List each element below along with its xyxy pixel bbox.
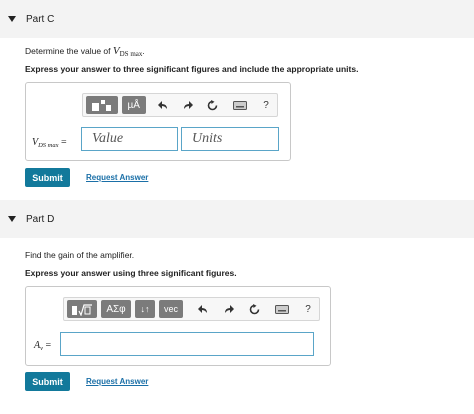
vec-button[interactable]: vec <box>159 300 183 318</box>
value-input[interactable]: Value <box>81 127 178 151</box>
help-button[interactable]: ? <box>257 96 275 114</box>
part-d-answer-box: ΑΣφ ↓↑ vec ? Av = <box>25 286 331 366</box>
units-button[interactable]: µÅ <box>121 96 146 114</box>
arrows-button[interactable]: ↓↑ <box>135 300 155 318</box>
keyboard-icon <box>275 304 289 314</box>
part-c-submit-button[interactable]: Submit <box>25 168 70 187</box>
templates-button[interactable] <box>86 96 118 114</box>
reset-icon <box>249 303 259 314</box>
keyboard-button[interactable] <box>269 300 295 318</box>
templates-icon <box>72 303 92 316</box>
part-c-prompt-text: Determine the value of <box>25 46 113 56</box>
redo-button[interactable] <box>217 300 239 318</box>
undo-button[interactable] <box>154 96 174 114</box>
reset-button[interactable] <box>243 300 265 318</box>
undo-icon <box>158 101 168 109</box>
undo-icon <box>197 305 207 313</box>
greek-button[interactable]: ΑΣφ <box>101 300 131 318</box>
part-c-prompt-var-sub: DS max <box>119 50 143 58</box>
part-d-label-eq: = <box>43 340 52 351</box>
part-d-toolbar: ΑΣφ ↓↑ vec ? <box>63 297 320 321</box>
part-c-header[interactable]: Part C <box>0 0 474 38</box>
help-button[interactable]: ? <box>299 300 317 318</box>
part-c-title: Part C <box>26 13 55 25</box>
part-c-request-answer-link[interactable]: Request Answer <box>86 173 148 182</box>
part-c-prompt-var: V <box>112 45 120 57</box>
redo-icon <box>183 101 193 109</box>
part-d-header[interactable]: Part D <box>0 200 474 238</box>
templates-icon <box>91 99 111 111</box>
part-d-field-label: Av = <box>34 340 51 352</box>
part-c-field-label: VDS max = <box>32 137 67 149</box>
part-c-prompt-suffix: . <box>142 46 145 56</box>
part-c-answer-box: µÅ ? VDS max = Value Units <box>25 82 291 161</box>
reset-button[interactable] <box>201 96 223 114</box>
keyboard-button[interactable] <box>227 96 253 114</box>
part-d-prompt: Find the gain of the amplifier. <box>25 250 135 260</box>
units-input[interactable]: Units <box>181 127 279 151</box>
collapse-triangle-icon[interactable] <box>8 216 16 222</box>
undo-button[interactable] <box>193 300 213 318</box>
part-c-label-sub: DS max <box>38 142 59 149</box>
part-c-prompt: Determine the value of VDS max. <box>25 45 145 58</box>
part-d-instruction: Express your answer using three signific… <box>25 268 237 278</box>
part-d-submit-button[interactable]: Submit <box>25 372 70 391</box>
redo-icon <box>224 305 234 313</box>
collapse-triangle-icon[interactable] <box>8 16 16 22</box>
part-d-request-answer-link[interactable]: Request Answer <box>86 377 148 386</box>
keyboard-icon <box>233 100 248 110</box>
part-c-toolbar: µÅ ? <box>82 93 278 117</box>
reset-icon <box>207 99 218 110</box>
templates-button[interactable] <box>67 300 97 318</box>
part-c-instruction: Express your answer to three significant… <box>25 64 359 74</box>
redo-button[interactable] <box>178 96 198 114</box>
part-d-title: Part D <box>26 213 55 225</box>
part-c-label-eq: = <box>58 137 67 148</box>
gain-input[interactable] <box>60 332 314 356</box>
